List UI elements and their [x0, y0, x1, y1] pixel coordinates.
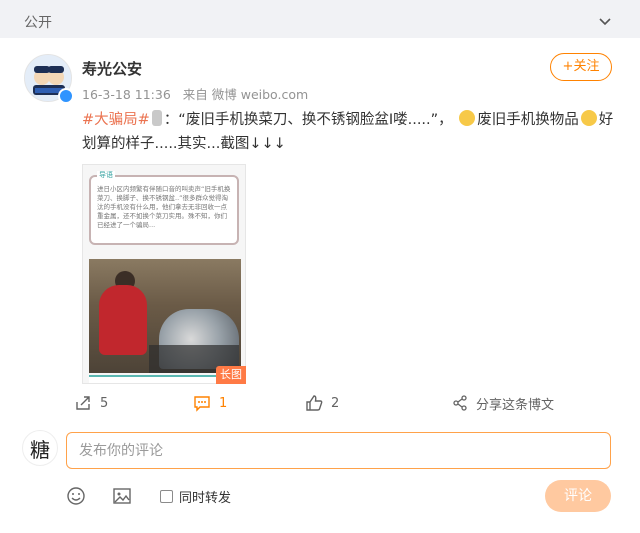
repost-count: 5: [100, 395, 109, 411]
comment-button[interactable]: 1: [193, 388, 227, 418]
repost-button[interactable]: 5: [74, 388, 108, 418]
comment-composer: 糖 同时转发 评论: [0, 418, 640, 533]
post-card: 寿光公安 16-3-18 11:36 来自 微博 weibo.com +关注 #…: [0, 38, 640, 533]
post-text-part1: ：“废旧手机换菜刀、换不锈钢脸盆I喽.....”，: [163, 112, 453, 128]
emoji-picker-icon[interactable]: [66, 486, 86, 506]
thumbs-up-icon: [306, 395, 323, 411]
image-quote-box: 导语 进日小区内频繁有伴随口音的叫卖声“旧手机换菜刀、换脚子、换不锈钢盆..”很…: [89, 171, 239, 245]
visibility-label: 公开: [24, 15, 52, 31]
photo-person: [99, 285, 147, 355]
action-bar: 5 1 2 分享这条博文: [0, 388, 640, 418]
follow-button[interactable]: +关注: [550, 53, 612, 81]
comment-icon: [194, 396, 210, 412]
post-text: #大骗局# ：“废旧手机换菜刀、换不锈钢脸盆I喽.....”， 废旧手机换物品 好划…: [82, 108, 614, 156]
comment-input[interactable]: [66, 432, 611, 469]
post-date[interactable]: 16-3-18 11:36: [82, 87, 171, 102]
repost-checkbox-label: 同时转发: [179, 491, 232, 506]
image-upload-icon[interactable]: [112, 486, 132, 506]
repost-checkbox[interactable]: 同时转发: [160, 487, 231, 506]
long-image-badge: 长图: [216, 366, 246, 384]
like-count: 2: [331, 395, 340, 411]
cat-emoji-icon: [459, 110, 476, 126]
post-meta: 16-3-18 11:36 来自 微博 weibo.com: [82, 84, 316, 103]
share-post-label: 分享这条博文: [476, 397, 555, 413]
comment-count: 1: [219, 395, 228, 411]
share-post-button[interactable]: 分享这条博文: [452, 388, 554, 418]
post-image[interactable]: 导语 进日小区内频繁有伴随口音的叫卖声“旧手机换菜刀、换脚子、换不锈钢盆..”很…: [82, 164, 246, 384]
topic-link[interactable]: #大骗局#: [82, 112, 150, 128]
microphone-emoji-icon: [151, 110, 162, 126]
image-quote-text: 进日小区内频繁有伴随口音的叫卖声“旧手机换菜刀、换脚子、换不锈钢盆..”很多群众…: [97, 185, 231, 229]
repost-icon: [76, 396, 90, 410]
chevron-down-icon[interactable]: [598, 14, 612, 28]
verified-badge-icon: [58, 88, 74, 104]
image-quote-title: 导语: [97, 171, 115, 180]
post-source: 来自 微博 weibo.com: [182, 87, 309, 102]
post-text-part2: 废旧手机换物品: [477, 112, 579, 128]
submit-comment-button[interactable]: 评论: [545, 480, 611, 512]
image-photo: [89, 259, 241, 373]
author-name[interactable]: 寿光公安: [82, 58, 142, 79]
share-icon: [453, 395, 467, 411]
like-button[interactable]: 2: [305, 388, 339, 418]
current-user-avatar[interactable]: 糖: [22, 430, 58, 466]
smile-emoji-icon: [580, 110, 597, 126]
repost-checkbox-box[interactable]: [160, 490, 173, 503]
